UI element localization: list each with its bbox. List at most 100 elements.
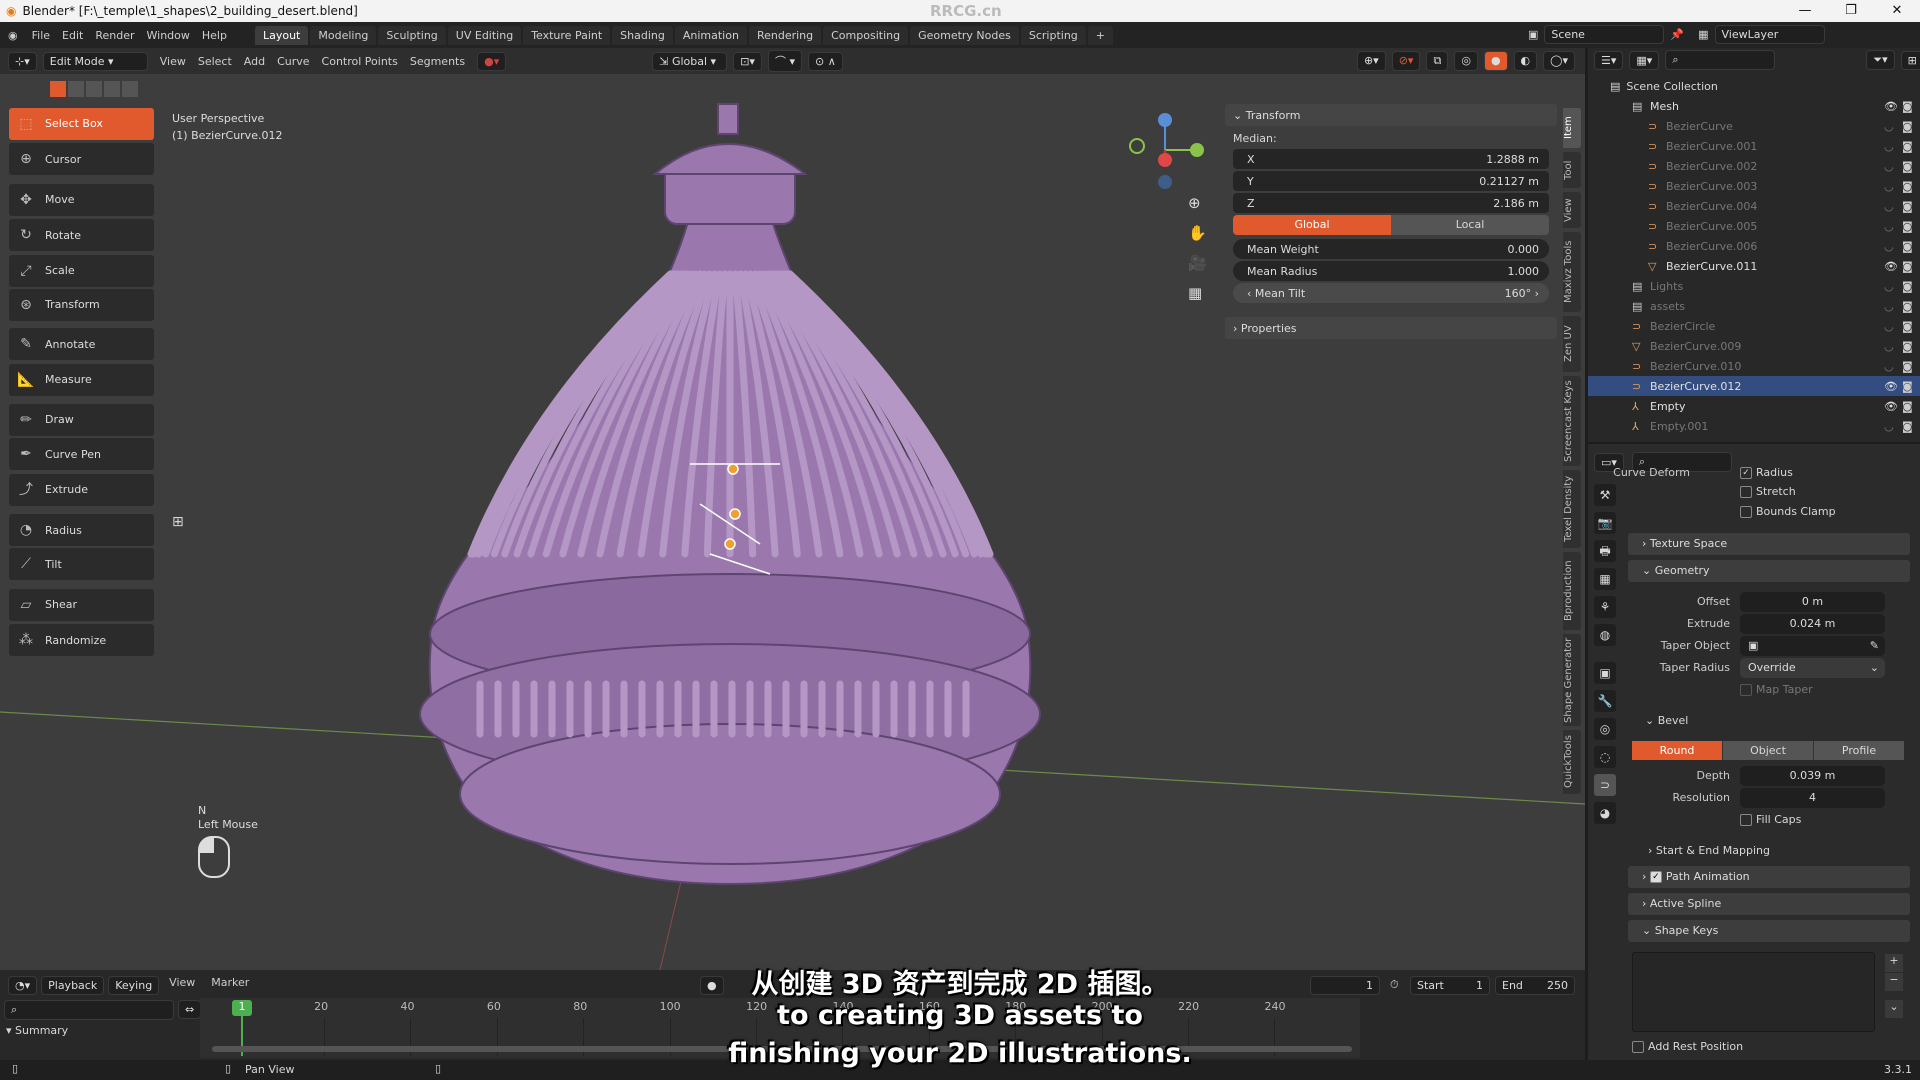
taper-object-field[interactable]: ▣ ✎	[1740, 636, 1885, 656]
tab-shading[interactable]: Shading	[612, 25, 673, 45]
map-taper-checkbox[interactable]: Map Taper	[1740, 683, 1813, 696]
eye-closed-icon[interactable]: ◡	[1884, 220, 1894, 233]
sidebar-tab-texel-density[interactable]: Texel Density	[1563, 470, 1581, 548]
sidebar-tab-screencast-keys[interactable]: Screencast Keys	[1563, 376, 1581, 466]
display-mode-button[interactable]: ☰▾	[1594, 50, 1624, 70]
bounds-clamp-checkbox[interactable]: Bounds Clamp	[1740, 505, 1836, 518]
view-layer-icon[interactable]: ▦	[1698, 28, 1708, 41]
filter-view-button[interactable]: ▦▾	[1629, 50, 1660, 70]
camera-render-icon[interactable]: ◙	[1902, 160, 1913, 173]
eye-closed-icon[interactable]: ◡	[1884, 240, 1894, 253]
shading-solid-button[interactable]: ●	[1483, 51, 1508, 71]
sidebar-tab-maxivz-tools[interactable]: Maxivz Tools	[1563, 232, 1581, 312]
stretch-checkbox[interactable]: Stretch	[1740, 485, 1796, 498]
particles-icon[interactable]: ◎	[1594, 718, 1616, 740]
snap-button[interactable]: ⌒ ▾	[767, 50, 802, 72]
eye-icon[interactable]: 👁	[1884, 380, 1898, 393]
outliner-row[interactable]: ⊃ BezierCurve.005 ◡ ◙	[1588, 216, 1920, 236]
camera-render-icon[interactable]: ◙	[1902, 180, 1913, 193]
physics-icon[interactable]: ◌	[1594, 746, 1616, 768]
camera-render-icon[interactable]: ◙	[1902, 120, 1913, 133]
camera-render-icon[interactable]: ◙	[1902, 400, 1913, 413]
tool-settings-icon[interactable]: ⚒	[1594, 484, 1616, 506]
median-z-field[interactable]: Z 2.186 m	[1233, 193, 1549, 213]
sidebar-tab-shape-generator[interactable]: Shape Generator	[1563, 634, 1581, 726]
close-button[interactable]: ✕	[1874, 0, 1920, 22]
sidebar-tab-view[interactable]: View	[1563, 192, 1581, 228]
outliner-row[interactable]: ⊃ BezierCurve.006 ◡ ◙	[1588, 236, 1920, 256]
blender-menu-icon[interactable]: ◉	[8, 29, 18, 42]
view-layer-selector[interactable]: ViewLayer	[1714, 25, 1825, 44]
bevel-subpanel[interactable]: ⌄ Bevel	[1645, 714, 1688, 727]
camera-render-icon[interactable]: ◙	[1902, 240, 1913, 253]
global-toggle[interactable]: Global	[1233, 215, 1391, 235]
eyedropper-icon[interactable]: ✎	[1870, 636, 1879, 656]
camera-render-icon[interactable]: ◙	[1902, 300, 1913, 313]
view-layer-icon[interactable]: ▦	[1594, 568, 1616, 590]
tab-modeling[interactable]: Modeling	[310, 25, 377, 45]
sidebar-tab-item[interactable]: Item	[1563, 108, 1581, 148]
xray-button[interactable]: ⧉	[1426, 51, 1449, 71]
tab-scripting[interactable]: Scripting	[1020, 25, 1086, 45]
texture-space-section[interactable]: › Texture Space	[1628, 533, 1910, 555]
mean-tilt-field[interactable]: ‹ Mean Tilt 160° ›	[1233, 283, 1549, 303]
menu-edit[interactable]: Edit	[56, 29, 89, 42]
outliner-row[interactable]: ▽ BezierCurve.011 👁 ◙	[1588, 256, 1920, 276]
editor-type-button[interactable]: ⊹▾	[8, 51, 37, 71]
minimize-button[interactable]: —	[1782, 0, 1828, 22]
eye-icon[interactable]: 👁	[1884, 100, 1898, 113]
scene-collection-row[interactable]: ▤ Scene Collection	[1588, 76, 1920, 96]
eye-closed-icon[interactable]: ◡	[1884, 120, 1894, 133]
camera-render-icon[interactable]: ◙	[1902, 140, 1913, 153]
outliner-row[interactable]: ⊃ BezierCircle ◡ ◙	[1588, 316, 1920, 336]
camera-render-icon[interactable]: ◙	[1902, 420, 1913, 433]
tab-texture-paint[interactable]: Texture Paint	[523, 25, 611, 45]
camera-render-icon[interactable]: ◙	[1902, 360, 1913, 373]
sidebar-tab-bproduction[interactable]: Bproduction	[1563, 552, 1581, 630]
outliner-search-input[interactable]: ⌕	[1665, 50, 1776, 70]
header-menu-segments[interactable]: Segments	[404, 55, 471, 68]
proportional-edit-button[interactable]: ⊙ ∧	[808, 51, 843, 71]
path-animation-section[interactable]: › ✓ Path Animation	[1628, 866, 1910, 888]
camera-render-icon[interactable]: ◙	[1902, 280, 1913, 293]
menu-window[interactable]: Window	[141, 29, 196, 42]
sidebar-tab-quicktools[interactable]: QuickTools	[1563, 730, 1581, 794]
eye-closed-icon[interactable]: ◡	[1884, 140, 1894, 153]
bevel-round-button[interactable]: Round	[1632, 741, 1722, 760]
pin-icon[interactable]: 📌	[1670, 28, 1684, 41]
eye-icon[interactable]: 👁	[1884, 260, 1898, 273]
camera-render-icon[interactable]: ◙	[1902, 220, 1913, 233]
header-menu-control-points[interactable]: Control Points	[316, 55, 404, 68]
render-icon[interactable]: 📷	[1594, 512, 1616, 534]
scene-selector[interactable]: Scene	[1544, 25, 1665, 44]
median-x-field[interactable]: X 1.2888 m	[1233, 149, 1549, 169]
filter-button[interactable]: ⏷▾	[1866, 50, 1895, 70]
camera-render-icon[interactable]: ◙	[1902, 320, 1913, 333]
menu-render[interactable]: Render	[89, 29, 140, 42]
shading-wireframe-button[interactable]: ◎	[1454, 51, 1478, 71]
eye-closed-icon[interactable]: ◡	[1884, 300, 1894, 313]
outliner-row[interactable]: ⊃ BezierCurve.012 👁 ◙	[1588, 376, 1920, 396]
eye-closed-icon[interactable]: ◡	[1884, 200, 1894, 213]
maximize-button[interactable]: ❐	[1828, 0, 1874, 22]
shading-rendered-button[interactable]: ◯▾	[1543, 51, 1575, 71]
camera-render-icon[interactable]: ◙	[1902, 260, 1913, 273]
local-toggle[interactable]: Local	[1391, 215, 1549, 235]
eye-closed-icon[interactable]: ◡	[1884, 160, 1894, 173]
eye-closed-icon[interactable]: ◡	[1884, 420, 1894, 433]
outliner-row[interactable]: ⊃ BezierCurve.004 ◡ ◙	[1588, 196, 1920, 216]
viewport-gizmo-button[interactable]: ⊕▾	[1356, 51, 1386, 71]
3d-viewport[interactable]: ⬚ Select Box ⊕ Cursor ✥ Move ↻ Rotate ⤢ Scale ⊛ Tra…	[0, 74, 1585, 970]
camera-render-icon[interactable]: ◙	[1902, 200, 1913, 213]
median-y-field[interactable]: Y 0.21127 m	[1233, 171, 1549, 191]
shape-keys-section[interactable]: ⌄ Shape Keys	[1628, 920, 1910, 942]
proportional-color-button[interactable]: ●▾	[477, 51, 507, 71]
tab-geometry-nodes[interactable]: Geometry Nodes	[910, 25, 1019, 45]
outliner-row[interactable]: ⊃ BezierCurve.003 ◡ ◙	[1588, 176, 1920, 196]
header-menu-view[interactable]: View	[154, 55, 192, 68]
eye-closed-icon[interactable]: ◡	[1884, 320, 1894, 333]
offset-field[interactable]: 0 m	[1740, 592, 1885, 612]
taper-radius-dropdown[interactable]: Override ⌄	[1740, 658, 1885, 678]
bevel-object-button[interactable]: Object	[1722, 741, 1813, 760]
mean-weight-field[interactable]: Mean Weight 0.000	[1233, 239, 1549, 259]
